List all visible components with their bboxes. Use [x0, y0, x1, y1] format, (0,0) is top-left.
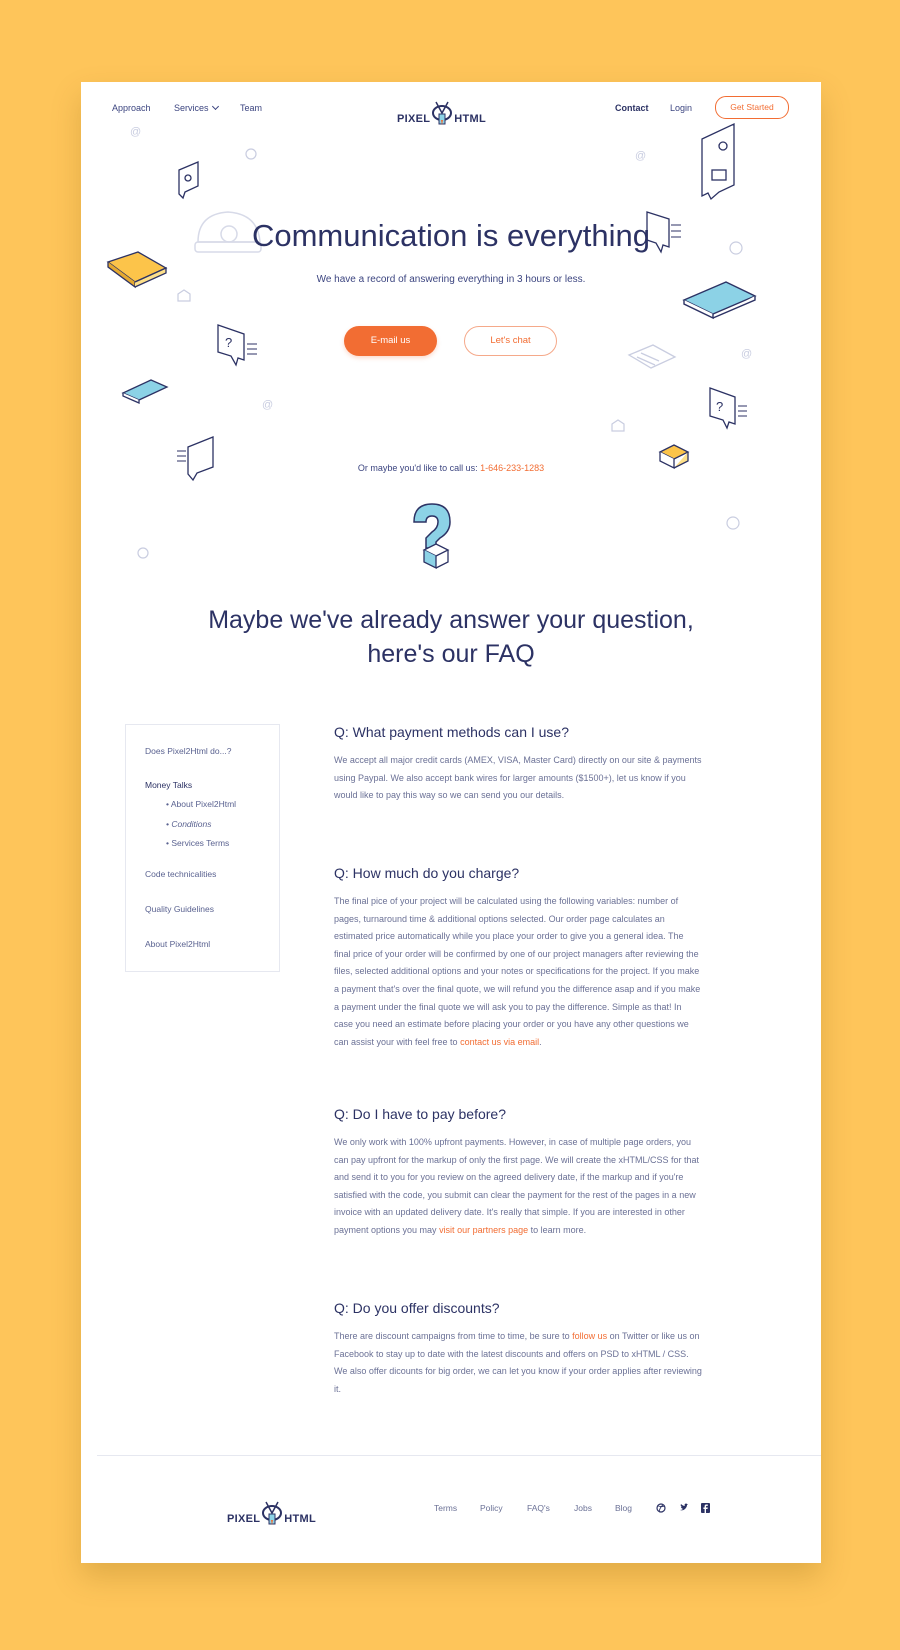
svg-text:@: @ [741, 348, 752, 360]
faq-answer-2-text: The final pice of your project will be c… [334, 896, 701, 1047]
faq-question-3: Q: Do I have to pay before? [334, 1106, 506, 1122]
faq-answer-2-tail: . [539, 1036, 542, 1047]
sidebar-subitem-conditions[interactable]: • Conditions [166, 819, 212, 829]
dribbble-icon[interactable] [656, 1503, 666, 1515]
call-us-line: Or maybe you'd like to call us: 1-646-23… [81, 463, 821, 473]
partners-page-link[interactable]: visit our partners page [439, 1225, 528, 1235]
sidebar-item-does-pixel2html[interactable]: Does Pixel2Html do...? [145, 746, 231, 756]
sidebar-item-quality-guidelines[interactable]: Quality Guidelines [145, 904, 214, 914]
footer-link-terms[interactable]: Terms [434, 1503, 457, 1513]
facebook-icon[interactable] [701, 1503, 710, 1515]
svg-text:?: ? [225, 335, 232, 350]
logo-mark-icon [261, 1500, 283, 1529]
hero-subtitle: We have a record of answering everything… [316, 274, 586, 285]
faq-title-line1: Maybe we've already answer your question… [208, 606, 694, 634]
sidebar-item-about-pixel2html[interactable]: About Pixel2Html [145, 939, 210, 949]
faq-answer-3-tail: to learn more. [528, 1224, 587, 1235]
faq-title: Maybe we've already answer your question… [81, 603, 821, 671]
call-us-text: Or maybe you'd like to call us: [357, 463, 481, 473]
hero-title: Communication is everything [251, 218, 650, 253]
lets-chat-button[interactable]: Let's chat [464, 326, 557, 356]
footer-logo[interactable]: PIXEL HTML [227, 1496, 316, 1525]
faq-answer-4-text: There are discount campaigns from time t… [334, 1331, 573, 1341]
svg-text:@: @ [262, 399, 273, 411]
faq-answer-3-text: We only work with 100% upfront payments.… [334, 1137, 700, 1235]
svg-text:@: @ [130, 126, 141, 138]
sidebar-item-code-technicalities[interactable]: Code technicalities [145, 869, 216, 879]
follow-us-link[interactable]: follow us [572, 1331, 607, 1341]
sidebar-item-money-talks[interactable]: Money Talks [145, 780, 192, 790]
faq-answer-1: We accept all major credit cards (AMEX, … [334, 755, 702, 801]
hero-illustrations: @ @ @ @ ? ? [106, 122, 757, 570]
faq-title-line2: here's our FAQ [367, 640, 535, 668]
footer-link-faqs[interactable]: FAQ's [527, 1503, 550, 1513]
contact-email-link[interactable]: contact us via email [460, 1037, 539, 1047]
faq-answer-2: The final pice of your project will be c… [334, 893, 702, 1051]
footer-logo-text-left: PIXEL [227, 1513, 261, 1525]
twitter-icon[interactable] [679, 1503, 689, 1515]
faq-question-1: Q: What payment methods can I use? [334, 724, 570, 740]
footer-link-policy[interactable]: Policy [480, 1503, 503, 1513]
faq-sidebar: Does Pixel2Html do...? Money Talks • Abo… [125, 724, 280, 972]
page-card: Approach Services Team PIXEL HTML Contact… [81, 82, 821, 1563]
svg-text:@: @ [635, 150, 646, 162]
footer-divider [97, 1455, 821, 1456]
faq-answer-4: There are discount campaigns from time t… [334, 1328, 702, 1398]
footer-logo-text-right: HTML [284, 1513, 317, 1525]
email-us-button[interactable]: E-mail us [344, 326, 437, 356]
faq-question-2: Q: How much do you charge? [334, 865, 520, 881]
sidebar-subitem-services-terms[interactable]: • Services Terms [166, 838, 229, 848]
footer-link-blog[interactable]: Blog [615, 1503, 632, 1513]
faq-question-4: Q: Do you offer discounts? [334, 1300, 500, 1316]
faq-answer-3: We only work with 100% upfront payments.… [334, 1134, 702, 1240]
footer-link-jobs[interactable]: Jobs [574, 1503, 592, 1513]
phone-link[interactable]: 1-646-233-1283 [480, 463, 544, 473]
sidebar-subitem-about[interactable]: • About Pixel2Html [166, 799, 236, 809]
svg-text:?: ? [716, 399, 723, 414]
